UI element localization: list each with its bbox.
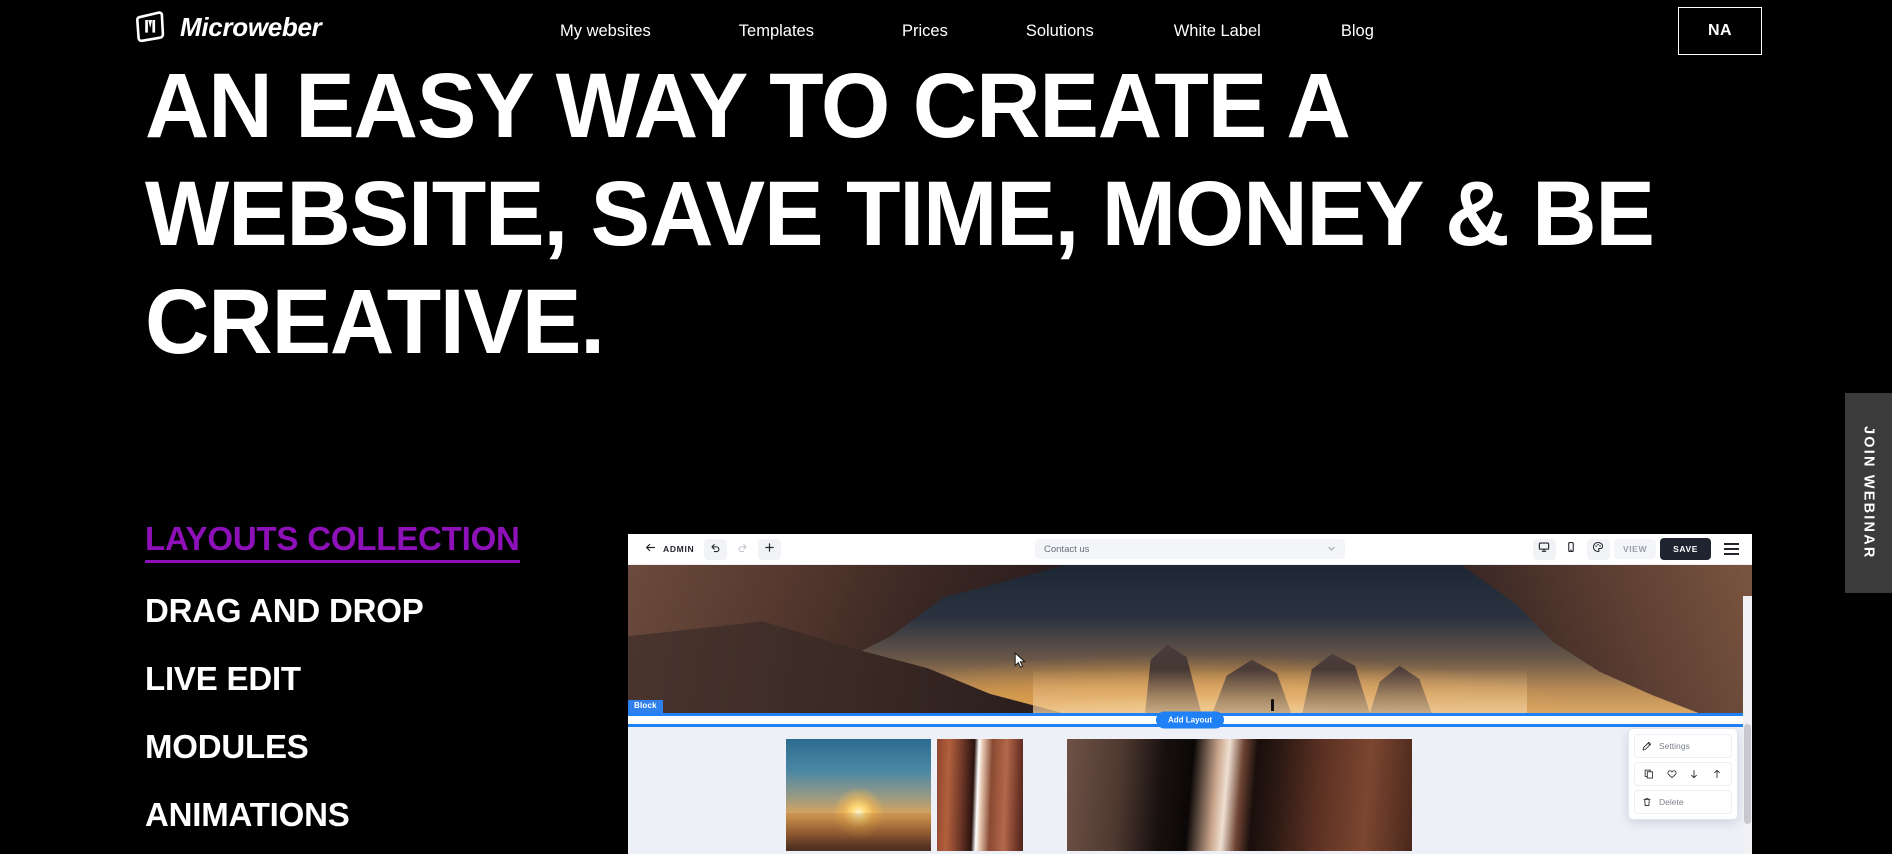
context-menu-actions (1634, 762, 1732, 786)
theme-palette-button[interactable] (1586, 538, 1610, 560)
feature-tab-list: Layouts Collection Drag and Drop Live Ed… (145, 522, 575, 854)
canvas-hero-block[interactable]: Block (628, 565, 1752, 713)
microweber-logo-icon (134, 10, 167, 43)
arrow-left-icon (645, 540, 656, 558)
undo-button[interactable] (704, 538, 728, 560)
nav-item-solutions[interactable]: Solutions (1026, 15, 1094, 48)
copy-icon[interactable] (1644, 769, 1654, 779)
context-menu-settings-label: Settings (1659, 741, 1690, 751)
join-webinar-label: JOIN WEBINAR (1860, 426, 1877, 560)
site-header: Microweber My websites Templates Prices … (0, 0, 1892, 62)
nav-item-prices[interactable]: Prices (902, 15, 948, 48)
canvas-gallery-block[interactable] (628, 727, 1752, 851)
feature-tab-layouts-collection[interactable]: Layouts Collection (145, 522, 520, 563)
page-selector-dropdown[interactable]: Contact us (1035, 539, 1345, 559)
add-element-button[interactable] (758, 538, 782, 560)
arrow-down-icon[interactable] (1689, 769, 1699, 779)
chevron-down-icon (1327, 540, 1336, 558)
trash-icon (1642, 797, 1652, 807)
pencil-icon (1642, 741, 1652, 751)
page-title: An easy way to create a website, save ti… (145, 55, 1655, 373)
arrow-up-icon[interactable] (1712, 769, 1722, 779)
mobile-icon (1565, 540, 1577, 558)
editor-toolbar: ADMIN Contact us VIEW SAVE (628, 534, 1752, 565)
feature-tab-animations[interactable]: Animations (145, 798, 350, 831)
feature-tab-live-edit[interactable]: Live Edit (145, 662, 301, 695)
gallery-image-slot-canyon[interactable] (937, 739, 1023, 851)
nav-item-templates[interactable]: Templates (739, 15, 814, 48)
hero-section: An easy way to create a website, save ti… (145, 52, 1745, 376)
editor-toolbar-left: ADMIN (637, 538, 782, 560)
landing-page: Microweber My websites Templates Prices … (0, 0, 1892, 854)
editor-scrollbar[interactable] (1743, 596, 1752, 854)
mobile-view-button[interactable] (1560, 539, 1583, 560)
nav-item-my-websites[interactable]: My websites (560, 15, 651, 48)
undo-icon (710, 540, 721, 558)
nav-item-white-label[interactable]: White Label (1174, 15, 1261, 48)
desktop-icon (1538, 540, 1550, 558)
redo-icon (737, 540, 748, 558)
admin-label: ADMIN (663, 544, 695, 554)
editor-toolbar-right: VIEW SAVE (1532, 538, 1743, 560)
join-webinar-tab[interactable]: JOIN WEBINAR (1845, 393, 1892, 593)
person-silhouette-shape (1270, 699, 1274, 711)
redo-button[interactable] (731, 539, 754, 560)
page-selector-value: Contact us (1044, 543, 1090, 555)
hamburger-menu-icon[interactable] (1719, 539, 1743, 560)
language-selector-button[interactable]: NA (1678, 7, 1762, 55)
feature-tab-drag-and-drop[interactable]: Drag and Drop (145, 594, 424, 627)
gallery-image-desert-sunset[interactable] (786, 739, 931, 851)
context-menu-delete-label: Delete (1659, 797, 1684, 807)
plus-icon (764, 540, 775, 558)
editor-preview: ADMIN Contact us VIEW SAVE Block Add Lay… (628, 534, 1752, 854)
context-menu-delete[interactable]: Delete (1634, 790, 1732, 814)
block-badge[interactable]: Block (628, 700, 663, 713)
element-context-menu: Settings Delete (1628, 728, 1738, 820)
back-to-admin-button[interactable]: ADMIN (637, 540, 700, 558)
nav-item-blog[interactable]: Blog (1341, 15, 1374, 48)
brand-logo[interactable]: Microweber (134, 10, 322, 43)
context-menu-settings[interactable]: Settings (1634, 734, 1732, 758)
brand-name: Microweber (180, 11, 322, 42)
heart-icon[interactable] (1667, 769, 1677, 779)
save-button[interactable]: SAVE (1660, 538, 1711, 560)
layout-drop-zone[interactable]: Add Layout (628, 711, 1752, 729)
valley-haze-shape (1032, 668, 1528, 713)
editor-canvas: Block Add Layout Settings Delete (628, 565, 1752, 854)
desktop-view-button[interactable] (1532, 538, 1556, 560)
main-navigation: My websites Templates Prices Solutions W… (560, 0, 1374, 62)
gallery-image-dark-canyon[interactable] (1067, 739, 1412, 851)
editor-scrollbar-thumb[interactable] (1744, 724, 1751, 824)
add-layout-button[interactable]: Add Layout (1156, 711, 1224, 729)
view-button[interactable]: VIEW (1613, 539, 1657, 559)
feature-tab-modules[interactable]: Modules (145, 730, 309, 763)
palette-icon (1592, 540, 1604, 558)
